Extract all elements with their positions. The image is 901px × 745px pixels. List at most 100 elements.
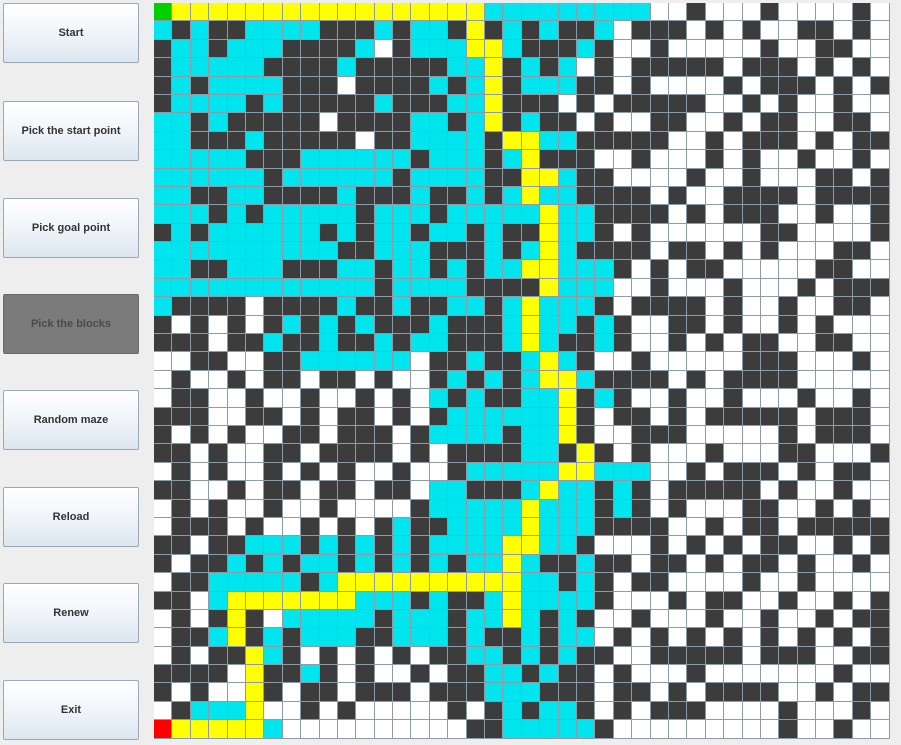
empty-cell[interactable] [705, 242, 725, 261]
visited-cell[interactable] [521, 481, 541, 500]
wall-cell[interactable] [779, 58, 798, 77]
path-cell[interactable] [521, 150, 541, 169]
wall-cell[interactable] [632, 21, 651, 40]
wall-cell[interactable] [319, 39, 338, 59]
empty-cell[interactable] [337, 683, 357, 702]
empty-cell[interactable] [154, 646, 173, 666]
path-cell[interactable] [356, 3, 375, 22]
visited-cell[interactable] [393, 536, 412, 555]
goal-cell[interactable] [154, 720, 173, 739]
wall-cell[interactable] [595, 499, 614, 518]
empty-cell[interactable] [705, 113, 725, 132]
wall-cell[interactable] [209, 39, 228, 59]
empty-cell[interactable] [613, 573, 633, 592]
wall-cell[interactable] [705, 150, 725, 169]
empty-cell[interactable] [742, 444, 761, 463]
wall-cell[interactable] [356, 425, 375, 445]
wall-cell[interactable] [816, 205, 835, 224]
wall-cell[interactable] [503, 168, 522, 187]
wall-cell[interactable] [264, 352, 283, 371]
wall-cell[interactable] [393, 186, 412, 206]
empty-cell[interactable] [668, 665, 688, 684]
wall-cell[interactable] [705, 334, 725, 353]
empty-cell[interactable] [760, 481, 780, 500]
visited-cell[interactable] [337, 150, 357, 169]
path-cell[interactable] [576, 462, 596, 482]
wall-cell[interactable] [301, 131, 320, 151]
wall-cell[interactable] [540, 628, 559, 647]
wall-cell[interactable] [337, 315, 357, 335]
wall-cell[interactable] [595, 591, 614, 610]
wall-cell[interactable] [576, 352, 596, 371]
wall-cell[interactable] [503, 352, 522, 371]
empty-cell[interactable] [245, 444, 265, 463]
path-cell[interactable] [245, 720, 265, 739]
visited-cell[interactable] [393, 352, 412, 371]
empty-cell[interactable] [724, 517, 743, 537]
wall-cell[interactable] [264, 315, 283, 335]
visited-cell[interactable] [227, 94, 246, 114]
wall-cell[interactable] [356, 646, 375, 666]
empty-cell[interactable] [834, 609, 853, 629]
visited-cell[interactable] [264, 76, 283, 95]
empty-cell[interactable] [705, 499, 725, 518]
visited-cell[interactable] [540, 665, 559, 684]
wall-cell[interactable] [687, 205, 706, 224]
wall-cell[interactable] [668, 315, 688, 335]
visited-cell[interactable] [209, 242, 228, 261]
empty-cell[interactable] [816, 701, 835, 721]
wall-cell[interactable] [319, 646, 338, 666]
visited-cell[interactable] [558, 701, 577, 721]
wall-cell[interactable] [613, 94, 633, 114]
wall-cell[interactable] [816, 425, 835, 445]
wall-cell[interactable] [687, 370, 706, 390]
empty-cell[interactable] [282, 389, 302, 408]
visited-cell[interactable] [264, 334, 283, 353]
wall-cell[interactable] [705, 683, 725, 702]
wall-cell[interactable] [668, 554, 688, 574]
wall-cell[interactable] [356, 205, 375, 224]
wall-cell[interactable] [852, 278, 872, 298]
visited-cell[interactable] [558, 76, 577, 95]
empty-cell[interactable] [834, 554, 853, 574]
visited-cell[interactable] [485, 425, 504, 445]
wall-cell[interactable] [411, 444, 430, 463]
visited-cell[interactable] [154, 131, 173, 151]
wall-cell[interactable] [448, 628, 467, 647]
wall-cell[interactable] [760, 58, 780, 77]
empty-cell[interactable] [816, 389, 835, 408]
empty-cell[interactable] [301, 499, 320, 518]
wall-cell[interactable] [779, 94, 798, 114]
empty-cell[interactable] [172, 554, 191, 574]
visited-cell[interactable] [356, 352, 375, 371]
visited-cell[interactable] [356, 39, 375, 59]
visited-cell[interactable] [245, 76, 265, 95]
empty-cell[interactable] [816, 665, 835, 684]
wall-cell[interactable] [319, 260, 338, 279]
empty-cell[interactable] [595, 425, 614, 445]
visited-cell[interactable] [154, 297, 173, 316]
empty-cell[interactable] [724, 573, 743, 592]
empty-cell[interactable] [705, 297, 725, 316]
empty-cell[interactable] [852, 205, 872, 224]
empty-cell[interactable] [209, 370, 228, 390]
wall-cell[interactable] [613, 260, 633, 279]
pick-start-point-button[interactable]: Pick the start point [3, 101, 139, 161]
wall-cell[interactable] [448, 76, 467, 95]
visited-cell[interactable] [209, 150, 228, 169]
empty-cell[interactable] [374, 407, 394, 426]
empty-cell[interactable] [209, 334, 228, 353]
empty-cell[interactable] [245, 462, 265, 482]
wall-cell[interactable] [650, 278, 669, 298]
wall-cell[interactable] [521, 665, 541, 684]
wall-cell[interactable] [282, 186, 302, 206]
wall-cell[interactable] [834, 94, 853, 114]
wall-cell[interactable] [245, 150, 265, 169]
wall-cell[interactable] [834, 168, 853, 187]
visited-cell[interactable] [172, 278, 191, 298]
empty-cell[interactable] [705, 76, 725, 95]
wall-cell[interactable] [576, 131, 596, 151]
wall-cell[interactable] [411, 76, 430, 95]
visited-cell[interactable] [503, 517, 522, 537]
empty-cell[interactable] [209, 407, 228, 426]
